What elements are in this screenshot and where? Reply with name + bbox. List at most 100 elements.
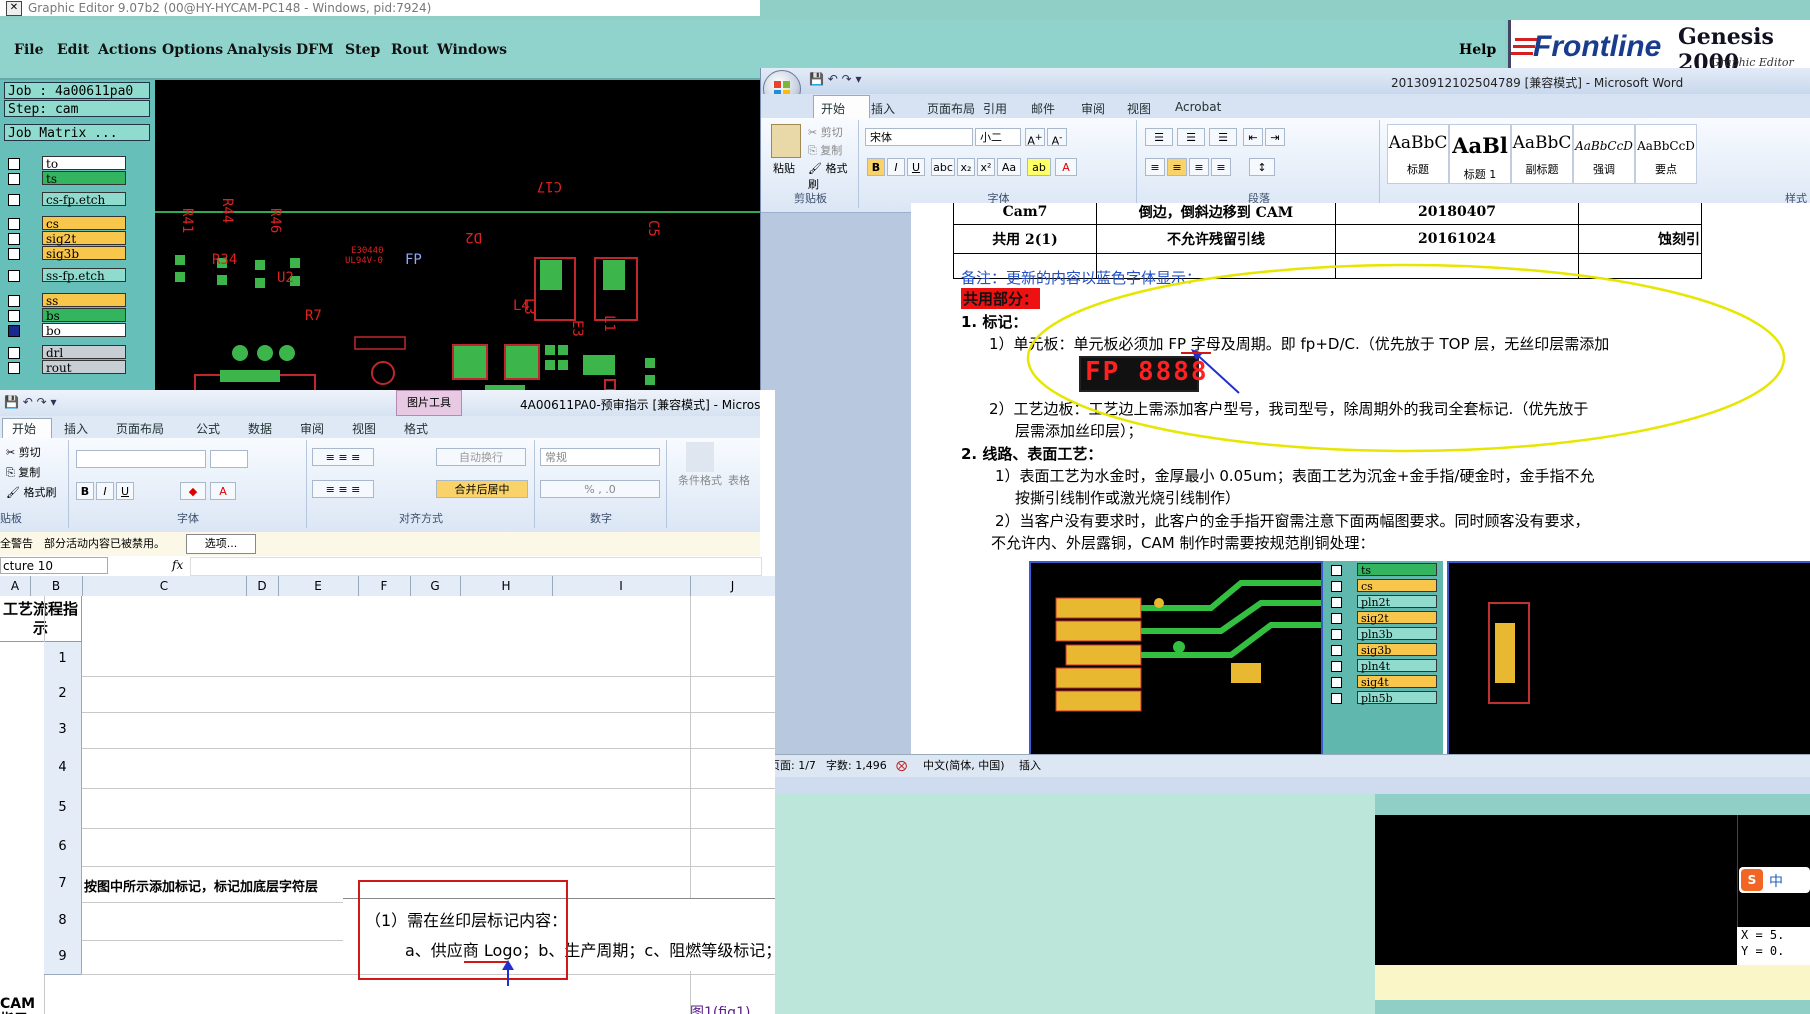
excel-font-color-button[interactable]: A xyxy=(210,482,236,500)
style-preset[interactable]: AaBbCcD 要点 xyxy=(1635,124,1697,184)
column-header[interactable]: B xyxy=(30,576,83,596)
excel-bold-button[interactable]: B xyxy=(76,482,94,500)
menu-step[interactable]: Step xyxy=(345,42,380,58)
name-box[interactable]: cture 10 xyxy=(0,557,108,574)
column-header[interactable]: E xyxy=(278,576,359,596)
row-header[interactable]: 3 xyxy=(44,712,82,749)
word-tab[interactable]: 视图 xyxy=(1127,100,1151,117)
table-format-button[interactable]: 表格 xyxy=(728,472,750,488)
layer-row[interactable]: to xyxy=(4,156,126,171)
layer-checkbox[interactable] xyxy=(8,362,20,374)
style-preset[interactable]: AaBbC 副标题 xyxy=(1511,124,1573,184)
layer-checkbox[interactable] xyxy=(8,270,20,282)
row-header[interactable]: 8 xyxy=(44,902,82,941)
layer-checkbox[interactable] xyxy=(8,173,20,185)
font-size-select[interactable]: 小二 xyxy=(975,128,1021,146)
menu-edit[interactable]: Edit xyxy=(57,42,89,58)
excel-format-painter[interactable]: 🖌 格式刷 xyxy=(6,484,56,500)
column-header[interactable]: G xyxy=(410,576,461,596)
word-tab[interactable]: 邮件 xyxy=(1031,100,1055,117)
layer-name[interactable]: bo xyxy=(42,323,126,338)
layer-name[interactable]: bs xyxy=(42,308,126,323)
superscript-button[interactable]: x² xyxy=(977,158,995,176)
menu-analysis[interactable]: Analysis xyxy=(227,42,292,58)
layer-checkbox[interactable] xyxy=(8,347,20,359)
word-document-page[interactable]: Cam7 倒边，倒斜边移到 CAM 20180407 共用 2(1) 不允许残留… xyxy=(911,203,1810,756)
excel-cut-button[interactable]: ✂ 剪切 xyxy=(6,444,41,460)
layer-row[interactable]: ss xyxy=(4,293,126,308)
column-header[interactable]: H xyxy=(460,576,553,596)
excel-halign-buttons[interactable]: ≡ ≡ ≡ xyxy=(312,480,374,498)
pcb-canvas[interactable]: R50R41R44R46C17C5R34U2D2FPC18R7L4L3E3L1E… xyxy=(155,80,760,390)
ime-toolbar[interactable]: S 中 xyxy=(1739,867,1810,893)
layer-row[interactable]: ts xyxy=(4,171,126,186)
insert-mode[interactable]: 插入 xyxy=(1019,755,1041,777)
excel-tab[interactable]: 格式 xyxy=(404,420,428,437)
italic-button[interactable]: I xyxy=(887,158,905,176)
word-tab[interactable]: 页面布局 xyxy=(927,100,975,117)
word-tab[interactable]: 审阅 xyxy=(1081,100,1105,117)
excel-tab[interactable]: 插入 xyxy=(64,420,88,437)
font-name-select[interactable]: 宋体 xyxy=(865,128,973,146)
shrink-font-button[interactable]: A- xyxy=(1047,128,1067,148)
copy-button[interactable]: ⎘ 复制 xyxy=(808,142,842,158)
cut-button[interactable]: ✂ 剪切 xyxy=(808,124,843,140)
line-spacing-button[interactable]: ↕ xyxy=(1249,158,1275,176)
menu-file[interactable]: File xyxy=(14,42,43,58)
layer-name[interactable]: ss xyxy=(42,293,126,308)
highlight-button[interactable]: ab xyxy=(1027,158,1051,176)
menu-actions[interactable]: Actions xyxy=(98,42,157,58)
multilevel-button[interactable]: ☰ xyxy=(1209,128,1237,146)
row-header[interactable]: 1 xyxy=(44,642,82,677)
bullets-button[interactable]: ☰ xyxy=(1145,128,1173,146)
layer-checkbox[interactable] xyxy=(8,248,20,260)
excel-underline-button[interactable]: U xyxy=(116,482,134,500)
excel-fill-button[interactable]: ◆ xyxy=(180,482,206,500)
layer-name[interactable]: drl xyxy=(42,345,126,360)
row-header[interactable]: 2 xyxy=(44,676,82,713)
layer-name[interactable]: sig2t xyxy=(42,231,126,246)
align-left-button[interactable]: ≡ xyxy=(1145,158,1165,176)
word-count[interactable]: 字数: 1,496 xyxy=(826,755,887,777)
bold-button[interactable]: B xyxy=(867,158,885,176)
strikethrough-button[interactable]: abc xyxy=(931,158,955,176)
grow-font-button[interactable]: A+ xyxy=(1025,128,1045,148)
column-header[interactable]: I xyxy=(552,576,691,596)
layer-checkbox[interactable] xyxy=(8,218,20,230)
word-tab[interactable]: Acrobat xyxy=(1175,100,1221,114)
fx-button[interactable]: fx xyxy=(172,558,183,572)
style-preset[interactable]: AaBbCcD 强调 xyxy=(1573,124,1635,184)
row-header[interactable]: 6 xyxy=(44,828,82,867)
layer-checkbox[interactable] xyxy=(8,233,20,245)
column-header[interactable]: J xyxy=(690,576,775,596)
number-format-select[interactable]: 常规 xyxy=(540,448,660,466)
wrap-text-button[interactable]: 自动换行 xyxy=(436,448,526,466)
fig1-link[interactable]: 图1(fig1) xyxy=(690,1002,750,1014)
row-header[interactable]: 7 xyxy=(44,866,82,903)
column-header[interactable]: F xyxy=(358,576,411,596)
excel-quick-access[interactable]: 💾 ↶ ↷ ▾ xyxy=(4,395,57,409)
excel-italic-button[interactable]: I xyxy=(96,482,114,500)
excel-font-name[interactable] xyxy=(76,450,206,468)
security-options-button[interactable]: 选项... xyxy=(186,534,256,554)
layer-checkbox[interactable] xyxy=(8,158,20,170)
style-preset[interactable]: AaBbC 标题 xyxy=(1387,124,1449,184)
underline-button[interactable]: U xyxy=(907,158,925,176)
layer-checkbox[interactable] xyxy=(8,310,20,322)
paste-button[interactable]: 粘贴 xyxy=(773,160,795,176)
excel-tab[interactable]: 页面布局 xyxy=(116,420,164,437)
layer-row[interactable]: sig3b xyxy=(4,246,126,261)
layer-row[interactable]: rout xyxy=(4,360,126,375)
format-painter-button[interactable]: 🖌 格式刷 xyxy=(808,160,858,192)
subscript-button[interactable]: x₂ xyxy=(957,158,975,176)
excel-copy-button[interactable]: ⎘ 复制 xyxy=(6,464,40,480)
layer-row[interactable]: bs xyxy=(4,308,126,323)
proofing-icon[interactable]: ⨂ xyxy=(896,755,907,777)
layer-row[interactable]: sig2t xyxy=(4,231,126,246)
formula-input[interactable] xyxy=(190,557,762,576)
column-header[interactable]: D xyxy=(246,576,279,596)
word-tab[interactable]: 开始 xyxy=(821,100,845,117)
row-header[interactable]: 5 xyxy=(44,788,82,829)
align-center-button[interactable]: ≡ xyxy=(1167,158,1187,176)
menu-help[interactable]: Help xyxy=(1459,42,1496,58)
